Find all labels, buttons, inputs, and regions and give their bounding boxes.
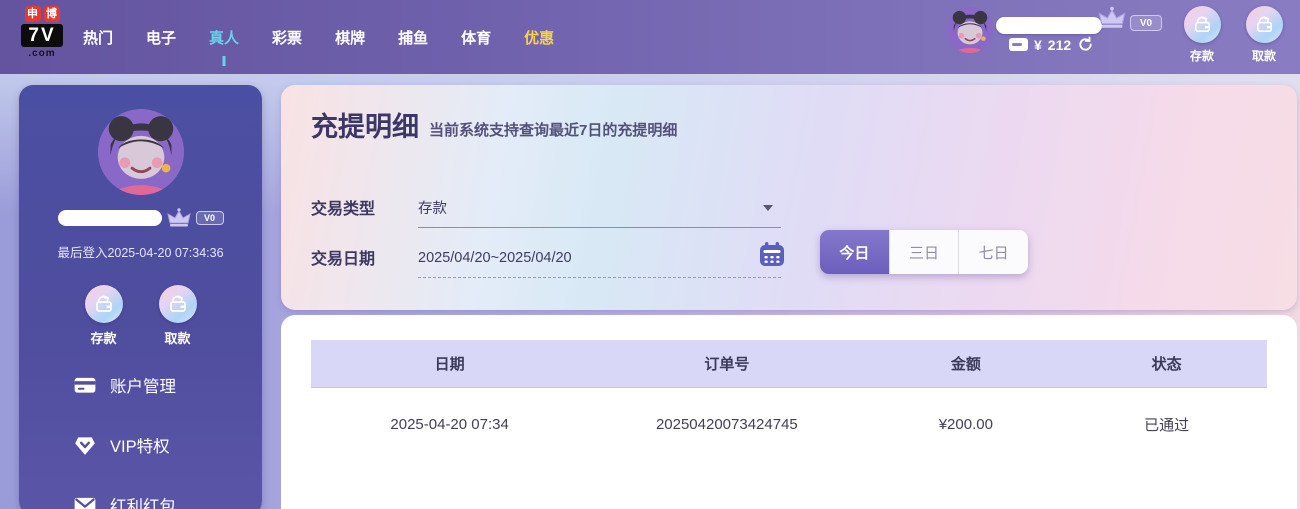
transaction-type-select[interactable]: 存款 xyxy=(418,188,781,228)
menu-label: VIP特权 xyxy=(110,438,170,456)
transaction-date-value: 2025/04/20~2025/04/20 xyxy=(418,249,572,266)
balance-amount: 212 xyxy=(1047,36,1072,53)
page: 申 博 7V .com 热门 电子 真人 彩票 棋牌 捕鱼 体育 优惠 V0 ¥… xyxy=(0,0,1300,509)
withdraw-button[interactable]: 取款 xyxy=(1242,6,1286,64)
balance-currency: ¥ xyxy=(1034,36,1042,53)
chevron-down-icon xyxy=(763,205,773,211)
col-header-date: 日期 xyxy=(434,356,465,373)
cell-status: 已通过 xyxy=(1144,416,1190,434)
nav-item-hot[interactable]: 热门 xyxy=(83,27,113,48)
menu-label: 红利红包 xyxy=(110,498,176,509)
page-subtitle: 当前系统支持查询最近7日的充提明细 xyxy=(429,122,678,139)
refresh-balance-icon[interactable] xyxy=(1077,36,1094,53)
logo-tld: .com xyxy=(28,48,56,59)
nav-item-slots[interactable]: 电子 xyxy=(146,27,176,48)
transaction-date-range-field[interactable]: 2025/04/20~2025/04/20 xyxy=(418,238,781,278)
filter-panel: 充提明细 当前系统支持查询最近7日的充提明细 交易类型 存款 交易日期 2025… xyxy=(281,85,1297,310)
logo-badges-icon: 申 博 xyxy=(14,6,70,22)
withdraw-label: 取款 xyxy=(1251,49,1276,63)
sidebar-user-avatar[interactable] xyxy=(97,109,184,195)
col-header-order-no: 订单号 xyxy=(704,356,750,373)
deposit-icon xyxy=(1183,6,1221,43)
sidebar-vip-crown-icon xyxy=(167,208,190,227)
range-button-today[interactable]: 今日 xyxy=(820,230,889,274)
balance-row: ¥ 212 xyxy=(1009,36,1094,53)
calendar-icon[interactable] xyxy=(758,240,786,268)
sidebar-item-red-packet[interactable]: 红利红包 xyxy=(73,493,262,509)
range-button-three-days[interactable]: 三日 xyxy=(888,230,959,274)
top-quick-actions: 存款 取款 xyxy=(1180,6,1286,64)
red-packet-envelope-icon xyxy=(74,497,96,509)
vip-crown-icon xyxy=(1098,6,1126,29)
withdraw-icon xyxy=(1245,6,1283,43)
main-nav: 热门 电子 真人 彩票 棋牌 捕鱼 体育 优惠 xyxy=(83,0,554,74)
nav-item-lottery[interactable]: 彩票 xyxy=(272,27,302,48)
sidebar-username-redacted xyxy=(57,210,162,226)
sidebar-item-vip-privileges[interactable]: VIP特权 xyxy=(73,433,262,457)
table-row: 2025-04-20 07:34 20250420073424745 ¥200.… xyxy=(311,388,1267,460)
sidebar-deposit-label: 存款 xyxy=(90,331,117,346)
nav-item-cards[interactable]: 棋牌 xyxy=(335,27,365,48)
nav-item-promotions[interactable]: 优惠 xyxy=(524,27,554,48)
records-table: 日期 订单号 金额 状态 2025-04-20 07:34 2025042007… xyxy=(311,340,1267,460)
sidebar-deposit-button[interactable]: 存款 xyxy=(80,285,128,347)
username-redacted xyxy=(996,17,1102,34)
wallet-icon xyxy=(1009,38,1028,51)
menu-label: 账户管理 xyxy=(110,378,176,396)
site-logo[interactable]: 申 博 7V .com xyxy=(14,6,70,59)
records-panel: 日期 订单号 金额 状态 2025-04-20 07:34 2025042007… xyxy=(281,315,1297,509)
sidebar-quick-actions: 存款 取款 xyxy=(19,285,262,347)
sidebar-user-row: V0 xyxy=(19,208,262,228)
logo-badge-right: 博 xyxy=(43,6,60,22)
date-range-button-group: 今日 三日 七日 xyxy=(820,230,1028,274)
sidebar-withdraw-button[interactable]: 取款 xyxy=(154,285,202,347)
nav-item-fishing[interactable]: 捕鱼 xyxy=(398,27,428,48)
logo-badge-left: 申 xyxy=(24,6,41,22)
page-header: 充提明细 当前系统支持查询最近7日的充提明细 xyxy=(311,105,677,144)
vip-level-badge: V0 xyxy=(1130,15,1162,31)
nav-item-live[interactable]: 真人 xyxy=(209,27,239,48)
deposit-button[interactable]: 存款 xyxy=(1180,6,1224,64)
sidebar-menu: 账户管理 VIP特权 红利红包 xyxy=(19,373,262,509)
deposit-label: 存款 xyxy=(1189,49,1214,63)
logo-name: 7V xyxy=(21,24,63,47)
sidebar-deposit-icon xyxy=(84,285,123,323)
top-navigation-bar: 申 博 7V .com 热门 电子 真人 彩票 棋牌 捕鱼 体育 优惠 V0 ¥… xyxy=(0,0,1300,74)
cell-amount: ¥200.00 xyxy=(938,415,993,433)
sidebar-vip-level-badge: V0 xyxy=(195,211,224,225)
transaction-date-label: 交易日期 xyxy=(311,251,376,268)
page-title: 充提明细 xyxy=(311,112,419,142)
transaction-type-label: 交易类型 xyxy=(311,201,376,218)
transaction-type-value: 存款 xyxy=(418,201,447,217)
cell-date: 2025-04-20 07:34 xyxy=(390,415,509,433)
user-avatar[interactable] xyxy=(947,7,993,53)
sidebar-item-account-management[interactable]: 账户管理 xyxy=(73,373,262,397)
nav-item-sports[interactable]: 体育 xyxy=(461,27,491,48)
sidebar-withdraw-icon xyxy=(158,285,197,323)
bank-card-icon xyxy=(74,377,96,393)
sidebar-withdraw-label: 取款 xyxy=(164,331,191,346)
sidebar: V0 最后登入2025-04-20 07:34:36 存款 取款 账户管理 VI… xyxy=(19,85,262,509)
last-login-text: 最后登入2025-04-20 07:34:36 xyxy=(57,246,224,260)
range-button-seven-days[interactable]: 七日 xyxy=(958,230,1028,274)
vip-gem-icon xyxy=(75,437,95,455)
table-header-row: 日期 订单号 金额 状态 xyxy=(311,340,1267,388)
cell-order-no: 20250420073424745 xyxy=(655,415,798,433)
col-header-amount: 金额 xyxy=(950,356,981,373)
col-header-status: 状态 xyxy=(1151,356,1182,373)
